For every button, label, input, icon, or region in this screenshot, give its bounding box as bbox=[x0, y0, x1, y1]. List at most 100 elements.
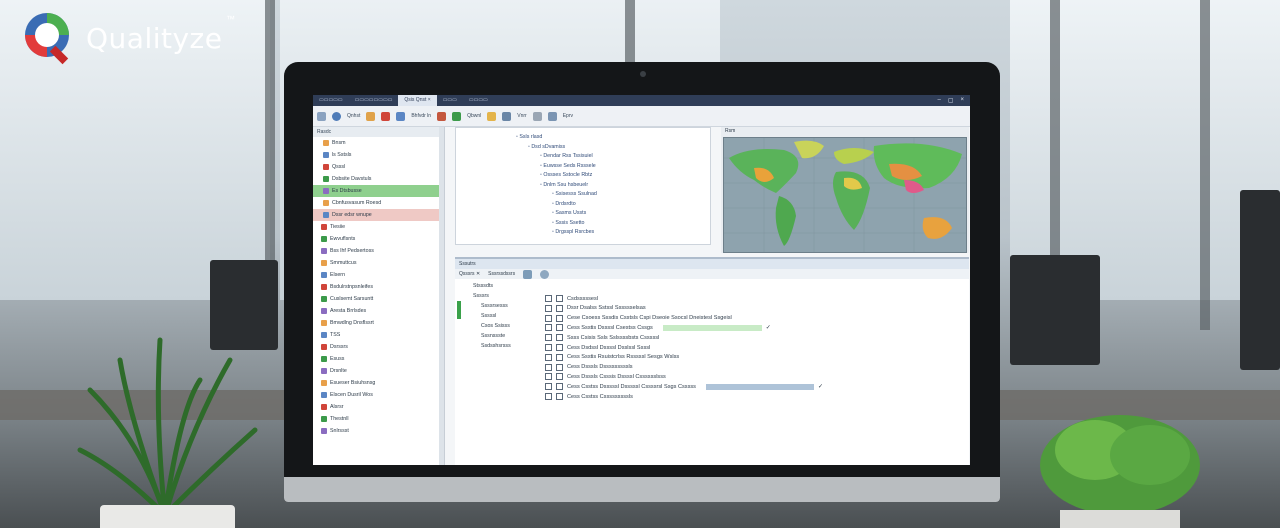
result-row[interactable]: Cess Dsssls Csssis Dssssl Csssssslsss bbox=[545, 373, 666, 381]
row-checkbox[interactable] bbox=[545, 383, 552, 391]
left-nav-item[interactable]: Alsrsr bbox=[313, 401, 444, 413]
window-tab[interactable]: ▭▭▭▭ bbox=[463, 95, 494, 106]
left-nav-item[interactable]: Tiesiie bbox=[313, 221, 444, 233]
tree-node[interactable]: ▫ Sasms Ussts bbox=[552, 210, 586, 216]
left-nav-item[interactable]: ls Sstsls bbox=[313, 149, 444, 161]
row-checkbox[interactable] bbox=[556, 373, 563, 381]
row-checkbox[interactable] bbox=[545, 304, 552, 312]
left-nav-item[interactable]: Smmuttcus bbox=[313, 257, 444, 269]
chart-icon[interactable] bbox=[547, 111, 557, 121]
save-icon[interactable] bbox=[396, 111, 406, 121]
mail-icon[interactable] bbox=[437, 111, 447, 121]
tree-node[interactable]: ▫ Drdsrdto bbox=[552, 201, 576, 207]
filter-icon[interactable] bbox=[523, 269, 533, 279]
result-row[interactable]: Cess Ssstis Dssssl Csestss Cssgs ✓ bbox=[545, 324, 771, 332]
window-tab[interactable]: ▭▭▭▭▭ bbox=[313, 95, 349, 106]
tree-node[interactable]: ▫ Euwsse Seds Rsssele bbox=[540, 163, 596, 169]
left-nav-item[interactable]: Bnsm bbox=[313, 137, 444, 149]
toolbar-label[interactable]: Qnhst bbox=[347, 113, 360, 119]
left-nav-item[interactable]: Elsern bbox=[313, 269, 444, 281]
result-category[interactable]: Sssnssste bbox=[481, 333, 505, 339]
toolbar-label[interactable]: Qbwnl bbox=[467, 113, 481, 119]
left-scrollbar[interactable] bbox=[439, 127, 444, 465]
row-checkbox[interactable] bbox=[545, 324, 552, 332]
result-row[interactable]: Ssss Csisis Ssls Sslssssbsts Csssssl bbox=[545, 334, 659, 342]
tree-node[interactable]: ▫ Ssls rlasd bbox=[516, 134, 542, 140]
left-nav-item[interactable]: Cbnfusvasum Roesd bbox=[313, 197, 444, 209]
row-checkbox[interactable] bbox=[556, 353, 563, 361]
result-row[interactable]: Csdsssssesl bbox=[545, 295, 598, 302]
tree-node[interactable]: ▫ Sssis Ssetto bbox=[552, 220, 585, 226]
home-icon[interactable] bbox=[317, 111, 326, 121]
left-nav-item[interactable]: Esueser Bsiuhsnsg bbox=[313, 377, 444, 389]
left-nav-item[interactable]: Ewvuflsnts bbox=[313, 233, 444, 245]
result-row[interactable]: Cess Csstss Dsssssl Dsssssl Cssssrsl Ssg… bbox=[545, 383, 823, 391]
list-icon[interactable] bbox=[502, 111, 512, 121]
pdf-icon[interactable] bbox=[381, 111, 391, 121]
row-checkbox[interactable] bbox=[556, 295, 563, 302]
result-category[interactable]: Ssssrsesss bbox=[481, 303, 508, 309]
toolbar-label[interactable]: Vnrr bbox=[517, 113, 526, 119]
result-row[interactable]: Cese Csoess Sssdis Csstsls Cspi Dseoie S… bbox=[545, 314, 732, 322]
result-category[interactable]: Csos Ssisss bbox=[481, 323, 510, 329]
row-checkbox[interactable] bbox=[545, 344, 552, 351]
result-category[interactable]: Ssdsshsrsss bbox=[481, 343, 511, 349]
row-checkbox[interactable] bbox=[556, 383, 563, 391]
close-button[interactable]: × bbox=[960, 97, 964, 104]
results-toolbar-item[interactable]: Qsssrs ✕ bbox=[459, 271, 480, 277]
window-tab[interactable]: ▭▭▭▭▭▭▭▭ bbox=[349, 95, 399, 106]
tree-node[interactable]: ▫ Ssisesss Ssulnad bbox=[552, 191, 597, 197]
left-nav-item[interactable]: Bss lhf Pedsertoss bbox=[313, 245, 444, 257]
window-tab[interactable]: ▭▭▭ bbox=[437, 95, 463, 106]
left-nav-item[interactable]: Aresta Brrlsdes bbox=[313, 305, 444, 317]
tree-node[interactable]: ▫ Drgsspl Rsrcbes bbox=[552, 229, 594, 235]
left-nav-item[interactable]: Bsdulrstnpsnleifes bbox=[313, 281, 444, 293]
left-nav-item[interactable]: Esuss bbox=[313, 353, 444, 365]
tree-node[interactable]: ▫ Dendar Rss Tssisuiel bbox=[540, 153, 593, 159]
left-nav-item[interactable]: Dsrssrs bbox=[313, 341, 444, 353]
row-checkbox[interactable] bbox=[556, 324, 563, 332]
toolbar-label[interactable]: Eprv bbox=[563, 113, 573, 119]
result-row[interactable]: Cess Dsdssl Dssssl Dsslssl Ssssl bbox=[545, 344, 650, 351]
row-checkbox[interactable] bbox=[545, 295, 552, 302]
clipboard-icon[interactable] bbox=[487, 111, 497, 121]
refresh-icon[interactable] bbox=[332, 111, 341, 121]
row-checkbox[interactable] bbox=[556, 314, 563, 322]
left-nav-item[interactable]: Bmwdlng Dnsflssrt bbox=[313, 317, 444, 329]
left-nav-item[interactable]: Dssr edsr wnupe bbox=[313, 209, 444, 221]
left-nav-item[interactable]: Elscen Dusril Wos bbox=[313, 389, 444, 401]
result-row[interactable]: Dssr Dsalss Sstssl Sssssselsas bbox=[545, 304, 646, 312]
result-row[interactable]: Cess Csstss Csssssssssls bbox=[545, 393, 633, 400]
row-checkbox[interactable] bbox=[545, 363, 552, 371]
results-tab[interactable]: Sssutrs bbox=[459, 261, 476, 267]
left-nav-item[interactable]: Drsnlte bbox=[313, 365, 444, 377]
world-map[interactable] bbox=[723, 137, 967, 253]
toolbar-label[interactable]: Bhfvdr ln bbox=[411, 113, 431, 119]
excel-icon[interactable] bbox=[452, 111, 462, 121]
tree-node[interactable]: ▫ Dnlm Ssu hsbeuelr bbox=[540, 182, 588, 188]
left-nav-item[interactable]: Qsssl bbox=[313, 161, 444, 173]
result-row[interactable]: Cess Ssstis Rsuistcrlss Rsssssl Sesgs Ws… bbox=[545, 353, 679, 361]
result-row[interactable]: Cess Dsssls Dsssssssssls bbox=[545, 363, 633, 371]
row-checkbox[interactable] bbox=[545, 353, 552, 361]
row-checkbox[interactable] bbox=[556, 393, 563, 400]
result-category[interactable]: Ssssrs bbox=[473, 293, 489, 299]
row-checkbox[interactable] bbox=[556, 334, 563, 342]
tree-node[interactable]: ▫ Dsd sDvamiss bbox=[528, 144, 565, 150]
left-nav-item[interactable]: Snlrssst bbox=[313, 425, 444, 437]
row-checkbox[interactable] bbox=[556, 363, 563, 371]
left-nav-item[interactable]: Thestnll bbox=[313, 413, 444, 425]
left-nav-item[interactable]: Cuslsemt Sarsuntt bbox=[313, 293, 444, 305]
row-checkbox[interactable] bbox=[545, 334, 552, 342]
search-icon[interactable] bbox=[540, 269, 550, 279]
left-nav-item[interactable]: TSS bbox=[313, 329, 444, 341]
row-checkbox[interactable] bbox=[545, 393, 552, 400]
result-category[interactable]: Sssssl bbox=[481, 313, 496, 319]
maximize-button[interactable]: ▢ bbox=[948, 97, 954, 104]
row-checkbox[interactable] bbox=[545, 373, 552, 381]
window-tab-active[interactable]: Qsis Qnst × bbox=[398, 95, 437, 106]
row-checkbox[interactable] bbox=[545, 314, 552, 322]
folder-icon[interactable] bbox=[366, 111, 376, 121]
results-toolbar-item[interactable]: Sssrssdssrs bbox=[488, 271, 515, 277]
settings-icon[interactable] bbox=[532, 111, 542, 121]
